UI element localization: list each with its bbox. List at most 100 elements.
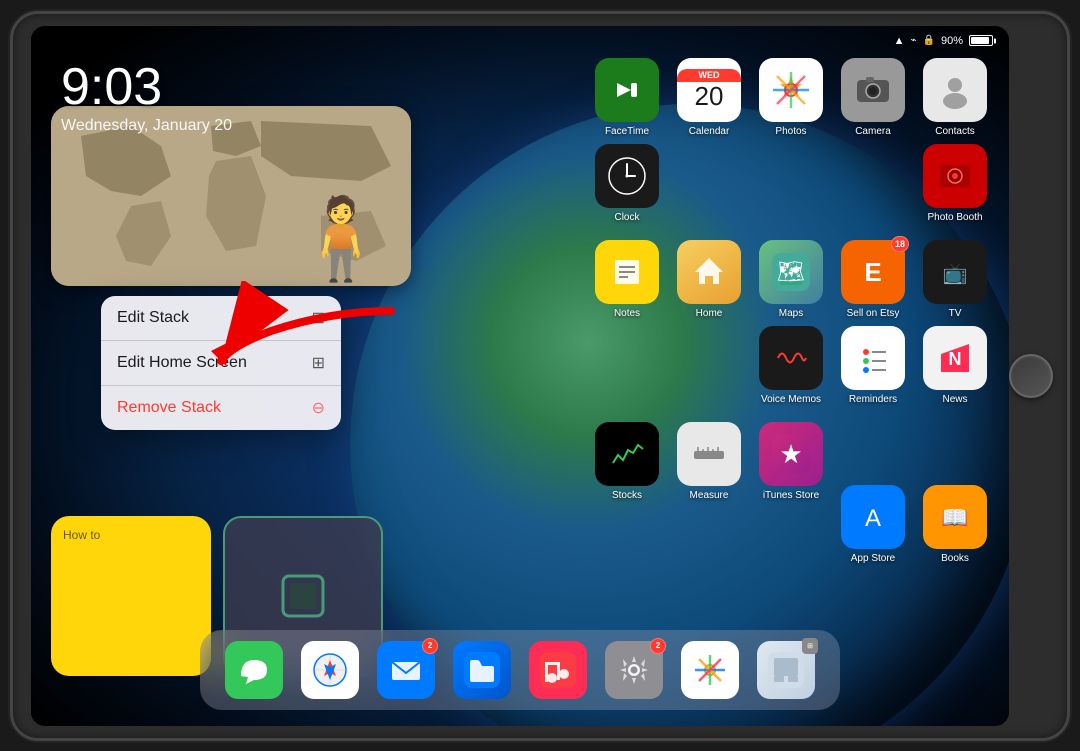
news-label: News (942, 394, 967, 406)
mirror-icon (278, 571, 328, 621)
app-appstore[interactable]: A App Store (835, 485, 911, 565)
status-bar: ▲ ⌁ 🔒 90% (31, 26, 1009, 56)
app-voicememos[interactable]: Voice Memos (753, 326, 829, 416)
app-calendar[interactable]: WED 20 Calendar (671, 58, 747, 138)
dock-safari2[interactable]: ⊞ (757, 641, 815, 699)
dock-photos-icon (681, 641, 739, 699)
menu-item-remove-stack[interactable]: Remove Stack ⊖ (101, 386, 341, 430)
app-camera[interactable]: Camera (835, 58, 911, 138)
svg-text:★: ★ (779, 439, 802, 469)
calendar-label: Calendar (689, 126, 730, 138)
status-icons: ▲ ⌁ 🔒 90% (894, 35, 993, 47)
photos-label: Photos (775, 126, 806, 138)
measure-label: Measure (690, 490, 729, 502)
signal-icon: ⌁ (910, 35, 916, 46)
facetime-icon (595, 58, 659, 122)
stocks-label: Stocks (612, 490, 642, 502)
person-silhouette: 🧍 (291, 192, 391, 286)
svg-text:📖: 📖 (941, 505, 968, 530)
app-notes[interactable]: Notes (589, 240, 665, 320)
app-stocks[interactable]: Stocks (589, 422, 665, 502)
dock-mail[interactable]: 2 (377, 641, 435, 699)
camera-icon (841, 58, 905, 122)
lock-icon: 🔒 (923, 35, 935, 46)
appstore-icon: A (841, 485, 905, 549)
app-photos[interactable]: Photos (753, 58, 829, 138)
dock-settings-icon: 2 (605, 641, 663, 699)
dock-safari[interactable] (301, 641, 359, 699)
svg-text:🗺: 🗺 (777, 259, 805, 284)
edit-stack-icon: ⊞ (312, 308, 325, 328)
ipad-screen: ▲ ⌁ 🔒 90% 9:03 Wednesday, January 20 (31, 26, 1009, 726)
home-icon (677, 240, 741, 304)
dock: 2 2 (200, 630, 840, 710)
contacts-icon (923, 58, 987, 122)
clock-date: Wednesday, January 20 (61, 117, 232, 135)
app-measure[interactable]: Measure (671, 422, 747, 502)
dock-safari-icon (301, 641, 359, 699)
books-label: Books (941, 553, 969, 565)
measure-icon (677, 422, 741, 486)
dock-settings[interactable]: 2 (605, 641, 663, 699)
app-books[interactable]: 📖 Books (917, 485, 993, 565)
dock-messages[interactable] (225, 641, 283, 699)
voicememos-icon (759, 326, 823, 390)
etsy-icon: E 18 (841, 240, 905, 304)
dock-music-icon (529, 641, 587, 699)
app-etsy[interactable]: E 18 Sell on Etsy (835, 240, 911, 320)
app-row4: A App Store 📖 Books (831, 481, 997, 569)
voicememos-label: Voice Memos (761, 394, 821, 406)
dock-files[interactable] (453, 641, 511, 699)
camera-label: Camera (855, 126, 891, 138)
remove-stack-label: Remove Stack (117, 399, 221, 417)
remove-stack-icon: ⊖ (312, 398, 325, 418)
app-home[interactable]: Home (671, 240, 747, 320)
app-itunesstore[interactable]: ★ iTunes Store (753, 422, 829, 502)
app-news[interactable]: N News (917, 326, 993, 416)
battery-icon (969, 35, 993, 46)
maps-label: Maps (779, 308, 803, 320)
home-button[interactable] (1009, 354, 1053, 398)
appstore-label: App Store (851, 553, 895, 565)
app-maps[interactable]: 🗺 Maps (753, 240, 829, 320)
calendar-date: 20 (695, 82, 724, 111)
dock-photos[interactable] (681, 641, 739, 699)
app-tv[interactable]: 📺 TV (917, 240, 993, 320)
app-grid: FaceTime WED 20 Calendar (585, 54, 997, 506)
app-reminders[interactable]: Reminders (835, 326, 911, 416)
notes-icon (595, 240, 659, 304)
app-clock[interactable]: Clock (589, 144, 665, 234)
reminders-label: Reminders (849, 394, 897, 406)
photos-icon (759, 58, 823, 122)
photobooth-icon (923, 144, 987, 208)
battery-percent: 90% (941, 35, 963, 47)
calendar-icon: WED 20 (677, 58, 741, 122)
dock-music[interactable] (529, 641, 587, 699)
app-facetime[interactable]: FaceTime (589, 58, 665, 138)
dock-files-icon (453, 641, 511, 699)
etsy-badge: 18 (891, 236, 909, 252)
app-contacts[interactable]: Contacts (917, 58, 993, 138)
contacts-label: Contacts (935, 126, 974, 138)
clock-icon (595, 144, 659, 208)
dock-mail-icon: 2 (377, 641, 435, 699)
edit-home-label: Edit Home Screen (117, 354, 247, 372)
etsy-label: Sell on Etsy (847, 308, 900, 320)
app-photobooth[interactable]: Photo Booth (917, 144, 993, 234)
calendar-day: WED (677, 69, 741, 82)
books-icon: 📖 (923, 485, 987, 549)
menu-item-edit-stack[interactable]: Edit Stack ⊞ (101, 296, 341, 341)
ipad-frame: ▲ ⌁ 🔒 90% 9:03 Wednesday, January 20 (10, 11, 1070, 741)
svg-text:A: A (865, 505, 881, 532)
mail-badge: 2 (422, 638, 438, 654)
itunesstore-icon: ★ (759, 422, 823, 486)
menu-item-edit-home[interactable]: Edit Home Screen ⊞ (101, 341, 341, 386)
itunesstore-label: iTunes Store (763, 490, 819, 502)
news-icon: N (923, 326, 987, 390)
widget-yellow[interactable]: How to (51, 516, 211, 676)
dock-safari2-icon: ⊞ (757, 641, 815, 699)
context-menu: Edit Stack ⊞ Edit Home Screen ⊞ Remove S… (101, 296, 341, 430)
safari2-badge: ⊞ (802, 638, 818, 654)
svg-text:E: E (864, 257, 881, 287)
tv-label: TV (949, 308, 962, 320)
